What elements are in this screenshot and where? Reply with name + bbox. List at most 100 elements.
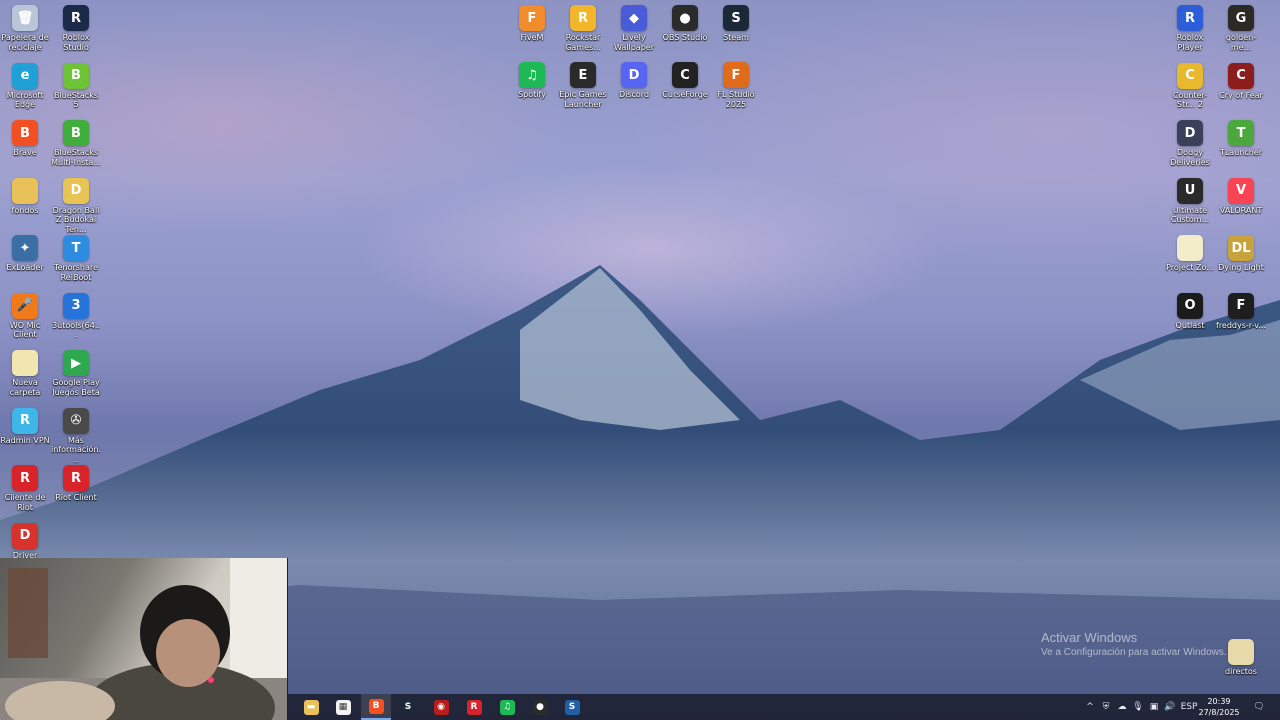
desktop-icon-riot-client[interactable]: R Riot Client bbox=[51, 462, 101, 503]
taskbar-app-riot-client[interactable]: R bbox=[459, 694, 489, 720]
desktop-icon-label: WO Mic Client bbox=[9, 320, 41, 340]
desktop-icon-tlauncher[interactable]: T TLauncher bbox=[1216, 117, 1266, 158]
tlauncher-icon: T bbox=[1228, 120, 1254, 146]
driver-booster-icon: D bbox=[12, 522, 38, 549]
desktop-icon-m-s-informaci-n[interactable]: ✇ Más información... bbox=[51, 405, 101, 465]
desktop-icon-valorant[interactable]: V VALORANT bbox=[1216, 175, 1266, 216]
edge-icon: e bbox=[12, 62, 38, 89]
desktop-icon-label: FL Studio 2025 bbox=[717, 90, 755, 109]
bluestacks-icon: B bbox=[63, 62, 89, 89]
desktop-icon-epic-games-launcher[interactable]: E Epic Games Launcher bbox=[558, 59, 608, 109]
folder-icon bbox=[12, 350, 38, 376]
riot-client-icon: R bbox=[12, 465, 38, 491]
desktop-icon-label: BlueStacks 5 bbox=[53, 90, 99, 110]
valorant-icon: V bbox=[1228, 177, 1254, 204]
desktop-icon-3utools-64[interactable]: 3 3utools(64... bbox=[51, 290, 101, 340]
taskbar-app-store[interactable]: ▦ bbox=[328, 694, 358, 720]
file-explorer-icon: ▬ bbox=[303, 699, 319, 715]
desktop-icon-nueva-carpeta[interactable]: Nueva carpeta bbox=[0, 347, 50, 397]
desktop-icon-radmin-vpn[interactable]: R Radmin VPN bbox=[0, 405, 50, 446]
taskbar-app-obs-studio[interactable]: ● bbox=[525, 694, 555, 720]
show-hidden-icons-button[interactable]: ^ bbox=[1084, 694, 1096, 720]
store-icon: ▦ bbox=[335, 699, 351, 715]
desktop-icon-project-zo[interactable]: Project Zo... bbox=[1165, 232, 1215, 273]
network-icon[interactable]: ▣ bbox=[1147, 694, 1161, 720]
desktop-icon-label: Roblox Player bbox=[1176, 33, 1204, 52]
taskbar-app-obs[interactable]: ◉ bbox=[426, 694, 456, 720]
onedrive-icon[interactable]: ☁ bbox=[1115, 694, 1129, 720]
desktop-icon-label: Discord bbox=[618, 90, 650, 99]
desktop-icon-ultimate-custom[interactable]: U Ultimate Custom... bbox=[1165, 175, 1215, 225]
obs-studio-icon: ● bbox=[532, 699, 548, 715]
steam-alt-icon: S bbox=[564, 699, 580, 715]
watermark-title: Activar Windows bbox=[1041, 630, 1138, 645]
desktop-icon-fondos[interactable]: fondos bbox=[0, 175, 50, 216]
desktop-icon-cry-of-fear[interactable]: C Cry of Fear bbox=[1216, 60, 1266, 101]
desktop-icon-bluestacks-5[interactable]: B BlueStacks 5 bbox=[51, 60, 101, 110]
desktop-icon-roblox-player[interactable]: R Roblox Player bbox=[1165, 2, 1215, 52]
desktop-icon-roblox-studio[interactable]: R Roblox Studio bbox=[51, 2, 101, 52]
steam-icon: S bbox=[723, 5, 749, 31]
desktop-icon-discord[interactable]: D Discord bbox=[609, 59, 659, 100]
google-play-games-icon: ▶ bbox=[63, 350, 89, 376]
desktop-icon-label: Riot Client bbox=[55, 493, 97, 502]
microphone-icon[interactable]: 🎙 bbox=[1131, 694, 1145, 720]
roblox-studio-icon: R bbox=[63, 5, 89, 31]
desktop-icon-obs-studio[interactable]: ● OBS Studio bbox=[660, 2, 710, 43]
freddys-icon: F bbox=[1228, 292, 1254, 319]
desktop-icon-label: Google Play Juegos Beta bbox=[52, 378, 100, 397]
desktop-icon-golden-me[interactable]: Ggolden-me... bbox=[1216, 2, 1266, 52]
project-zomboid-icon bbox=[1177, 235, 1203, 261]
desktop-icon-steam[interactable]: S Steam bbox=[711, 2, 761, 43]
desktop-icon-tenorshare-reiboot[interactable]: T Tenorshare ReiBoot bbox=[51, 232, 101, 282]
taskbar-app-spotify[interactable]: ♫ bbox=[492, 694, 522, 720]
cry-of-fear-icon: C bbox=[1228, 62, 1254, 89]
desktop-icon-label: Epic Games Launcher bbox=[559, 90, 607, 109]
desktop-icon-label: ExLoader bbox=[6, 263, 44, 272]
taskbar-app-file-explorer[interactable]: ▬ bbox=[296, 694, 326, 720]
clock[interactable]: 20:39 27/8/2025 bbox=[1196, 696, 1242, 718]
desktop-icon-rockstar-games[interactable]: R Rockstar Games... bbox=[558, 2, 608, 52]
notifications-icon[interactable]: 🗨 bbox=[1250, 694, 1268, 720]
desktop-icon-google-play-juegos-beta[interactable]: ▶ Google Play Juegos Beta bbox=[51, 347, 101, 397]
desktop-icon-label: Tenorshare ReiBoot bbox=[54, 263, 98, 282]
desktop-icon-label: Steam bbox=[723, 33, 749, 42]
webcam-overlay bbox=[0, 558, 288, 720]
bluestacks-multi-icon: B bbox=[63, 120, 89, 146]
brave-icon: B bbox=[12, 120, 38, 146]
desktop-icon-label: Rockstar Games... bbox=[565, 33, 601, 52]
desktop-icon-wo-mic-client[interactable]: 🎤 WO Mic Client bbox=[0, 290, 50, 340]
desktop-icon-papelera-de-reciclaje[interactable]: 🗑 Papelera de reciclaje bbox=[0, 2, 50, 52]
desktop-icon-cliente-de-riot[interactable]: R Cliente de Riot bbox=[0, 462, 50, 512]
desktop-icon-brave[interactable]: B Brave bbox=[0, 117, 50, 158]
desktop-icon-counter-str-2[interactable]: C Counter-Str... 2 bbox=[1165, 60, 1215, 110]
desktop-icon-label: directos bbox=[1225, 667, 1257, 676]
folder-icon bbox=[12, 177, 38, 204]
tray-security-icon[interactable]: ⛨ bbox=[1099, 694, 1113, 720]
desktop-icon-lively-wallpaper[interactable]: ◆ Lively Wallpaper bbox=[609, 2, 659, 52]
desktop-icon-dodgy-deliveries[interactable]: D Dodgy Deliveries bbox=[1165, 117, 1215, 167]
desktop-icon-bluestacks-multi-insta[interactable]: B BlueStacks Multi-Insta... bbox=[51, 117, 101, 167]
desktop-icon-label: Nueva carpeta bbox=[9, 378, 41, 397]
desktop-icon-dying-light[interactable]: DL Dying Light bbox=[1216, 232, 1266, 273]
taskbar-app-brave[interactable]: B bbox=[361, 694, 391, 720]
activation-watermark: Activar Windows Ve a Configuración para … bbox=[1041, 630, 1227, 658]
desktop-icon-microsoft-edge[interactable]: e Microsoft Edge bbox=[0, 60, 50, 110]
taskbar-app-steam-alt[interactable]: S bbox=[557, 694, 587, 720]
epic-games-icon: E bbox=[570, 62, 596, 88]
desktop-icon-outlast[interactable]: O Outlast bbox=[1165, 290, 1215, 331]
volume-icon[interactable]: 🔊 bbox=[1163, 694, 1177, 720]
desktop-icon-fivem[interactable]: F FiveM bbox=[507, 2, 557, 43]
desktop-icon-exloader[interactable]: ✦ ExLoader bbox=[0, 232, 50, 273]
desktop-icon-curseforge[interactable]: C CurseForge bbox=[660, 59, 710, 100]
desktop-icon-spotify[interactable]: ♫ Spotify bbox=[507, 59, 557, 100]
taskbar-app-steam[interactable]: S bbox=[393, 694, 423, 720]
discord-icon: D bbox=[621, 62, 647, 88]
reiboot-icon: T bbox=[63, 235, 89, 261]
desktop-icon-label: Papelera de reciclaje bbox=[1, 33, 49, 52]
desktop-icon-freddys-r-v[interactable]: Ffreddys-r-v... bbox=[1216, 290, 1266, 331]
desktop-icon-fl-studio-2025[interactable]: F FL Studio 2025 bbox=[711, 59, 761, 109]
desktop-icon-dragon-ball-z-budokai-ten[interactable]: D Dragon Ball Z Budokai Ten... bbox=[51, 175, 101, 235]
counter-strike-icon: C bbox=[1177, 62, 1203, 89]
spotify-icon: ♫ bbox=[499, 699, 515, 715]
